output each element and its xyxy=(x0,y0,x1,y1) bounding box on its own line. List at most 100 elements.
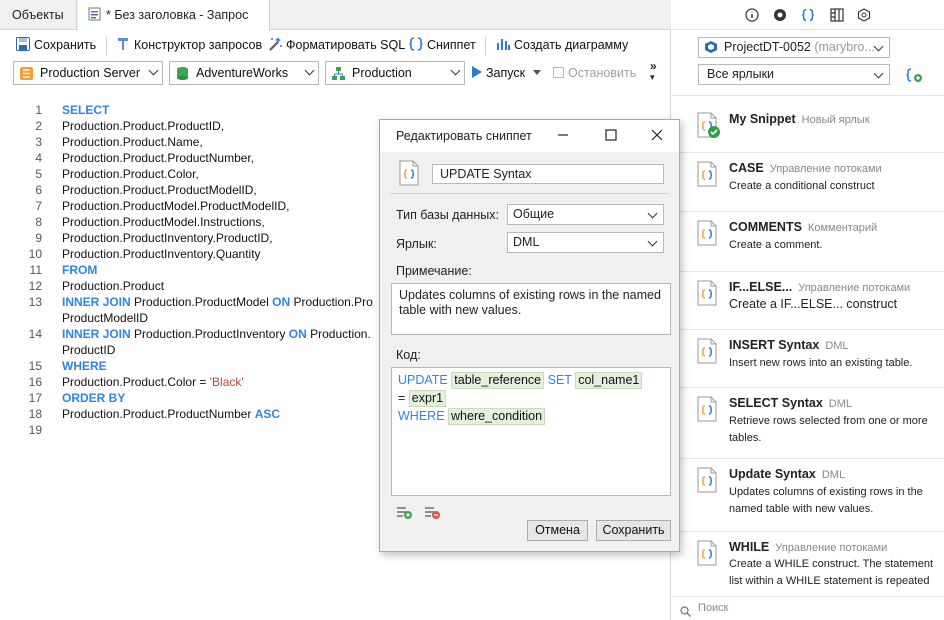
eye-icon[interactable] xyxy=(773,8,787,22)
edit-snippet-dialog: Редактировать сниппет UPDATE Syntax Тип … xyxy=(379,119,680,552)
stop-label: Остановить xyxy=(568,66,637,80)
search-input[interactable]: Поиск xyxy=(672,596,944,620)
code-line[interactable]: Production.Product.ProductModelID, xyxy=(62,183,257,197)
stop-button[interactable]: Остановить xyxy=(553,63,636,83)
code-line[interactable]: WHERE xyxy=(62,359,107,373)
minimize-icon[interactable] xyxy=(556,128,570,142)
database-select[interactable]: AdventureWorks xyxy=(169,61,319,85)
snippet-name: SELECT Syntax DML xyxy=(729,396,852,410)
snippet-name: My Snippet Новый ярлык xyxy=(729,112,870,126)
run-label: Запуск xyxy=(486,66,526,80)
database-icon xyxy=(175,66,190,81)
more-icon[interactable]: » ▾ xyxy=(650,60,657,82)
chevron-down-icon xyxy=(304,65,315,76)
query-builder-label: Конструктор запросов xyxy=(134,38,263,52)
code-editor[interactable]: UPDATE table_reference SET col_name1 = e… xyxy=(391,367,671,496)
line-number: 13 xyxy=(28,295,42,309)
schema-select[interactable]: Production xyxy=(325,61,465,85)
snippet-divider xyxy=(672,387,944,388)
snippet-file-icon xyxy=(696,467,718,493)
code-line[interactable]: Production.ProductInventory.Quantity xyxy=(62,247,261,261)
project-select[interactable]: ProjectDT-0052 (marybro... xyxy=(698,37,890,58)
snippet-name: CASE Управление потоками xyxy=(729,161,882,175)
server-select[interactable]: Production Server xyxy=(13,61,163,85)
create-chart-label: Создать диаграмму xyxy=(514,38,629,52)
label-select[interactable]: DML xyxy=(507,232,664,253)
tab-query[interactable]: * Без заголовка - Запрос xyxy=(78,0,270,31)
snippet-button[interactable]: Сниппет xyxy=(408,35,476,55)
snippet-description: Updates columns of existing rows in the … xyxy=(729,486,923,515)
code-line[interactable]: INNER JOIN Production.ProductModel ON Pr… xyxy=(62,295,373,309)
snippet-file-check-icon xyxy=(696,112,720,138)
code-line[interactable]: FROM xyxy=(62,263,97,277)
run-dropdown-icon[interactable] xyxy=(533,70,542,75)
add-placeholder-icon[interactable] xyxy=(395,504,413,520)
snippet-title: IF...ELSE... xyxy=(729,280,793,294)
add-snippet-icon[interactable] xyxy=(905,67,923,83)
chevron-down-icon xyxy=(647,208,658,219)
tab-bar: Объекты * Без заголовка - Запрос xyxy=(0,0,671,31)
code-placeholder[interactable]: table_reference xyxy=(451,372,545,389)
snippet-description: Insert new rows into an existing table. xyxy=(729,357,913,369)
chevron-down-icon xyxy=(873,68,884,79)
query-builder-button[interactable]: Конструктор запросов xyxy=(115,35,262,55)
code-line[interactable]: Production.Product xyxy=(62,279,164,293)
code-line[interactable]: Production.Product.ProductID, xyxy=(62,119,224,133)
code-line[interactable]: SELECT xyxy=(62,103,109,117)
note-label: Примечание: xyxy=(396,264,472,278)
maximize-icon[interactable] xyxy=(604,128,618,142)
snippet-title: SELECT Syntax xyxy=(729,396,823,410)
snippet-tag: Комментарий xyxy=(807,222,878,234)
line-number: 5 xyxy=(35,167,42,181)
code-line[interactable]: ProductModelID xyxy=(62,311,148,325)
code-line[interactable]: INNER JOIN Production.ProductInventory O… xyxy=(62,327,371,341)
label-filter-select[interactable]: Все ярлыки xyxy=(698,64,890,85)
format-sql-button[interactable]: Форматировать SQL xyxy=(267,35,405,55)
snippet-name-input[interactable]: UPDATE Syntax xyxy=(432,164,664,184)
snippet-title: My Snippet xyxy=(729,112,796,126)
hexagon-icon[interactable] xyxy=(857,8,871,22)
close-icon[interactable] xyxy=(650,128,664,142)
cancel-button[interactable]: Отмена xyxy=(527,520,588,541)
code-placeholder[interactable]: expr1 xyxy=(408,390,447,407)
create-chart-button[interactable]: Создать диаграмму xyxy=(495,35,628,55)
tab-query-label: * Без заголовка - Запрос xyxy=(106,8,249,22)
snippet-panel-icon[interactable] xyxy=(801,8,815,22)
code-placeholder[interactable]: where_condition xyxy=(448,408,546,425)
save-button[interactable]: Сохранить xyxy=(15,35,96,55)
chevron-down-icon xyxy=(450,65,461,76)
label-value: DML xyxy=(513,235,540,249)
snippet-file-icon xyxy=(696,280,718,306)
snippet-divider xyxy=(672,329,944,330)
remove-placeholder-icon[interactable] xyxy=(423,504,441,520)
db-type-select[interactable]: Общие xyxy=(507,204,664,225)
snippet-file-icon xyxy=(398,160,420,186)
code-line[interactable]: Production.Product.Color, xyxy=(62,167,199,181)
code-line[interactable]: Production.Product.ProductNumber ASC xyxy=(62,407,280,421)
server-icon xyxy=(19,66,34,81)
snippet-file-icon xyxy=(696,220,718,246)
code-line[interactable]: Production.Product.ProductNumber, xyxy=(62,151,254,165)
code-placeholder[interactable]: col_name1 xyxy=(575,372,643,389)
note-textarea[interactable]: Updates columns of existing rows in the … xyxy=(391,283,671,335)
columns-icon[interactable] xyxy=(830,8,844,22)
snippet-file-icon xyxy=(696,540,718,566)
code-line[interactable]: Production.Product.Name, xyxy=(62,135,203,149)
note-value: Updates columns of existing rows in the … xyxy=(399,288,661,317)
line-number: 2 xyxy=(35,119,42,133)
panel-toolbar xyxy=(672,0,944,30)
tab-objects[interactable]: Объекты xyxy=(0,0,77,30)
code-line[interactable]: ProductID xyxy=(62,343,115,357)
snippet-description: Create a conditional construct xyxy=(729,180,875,192)
code-line[interactable]: ORDER BY xyxy=(62,391,125,405)
snippet-title: COMMENTS xyxy=(729,220,802,234)
info-icon[interactable] xyxy=(745,8,759,22)
code-line[interactable]: Production.Product.Color = 'Black' xyxy=(62,375,244,389)
chevron-down-icon xyxy=(148,65,159,76)
run-button[interactable]: Запуск xyxy=(472,63,542,83)
code-line[interactable]: Production.ProductInventory.ProductID, xyxy=(62,231,273,245)
code-line[interactable]: Production.ProductModel.Instructions, xyxy=(62,215,265,229)
code-line[interactable]: Production.ProductModel.ProductModelID, xyxy=(62,199,289,213)
dialog-save-button[interactable]: Сохранить xyxy=(596,520,671,541)
magic-wand-icon xyxy=(267,36,283,52)
